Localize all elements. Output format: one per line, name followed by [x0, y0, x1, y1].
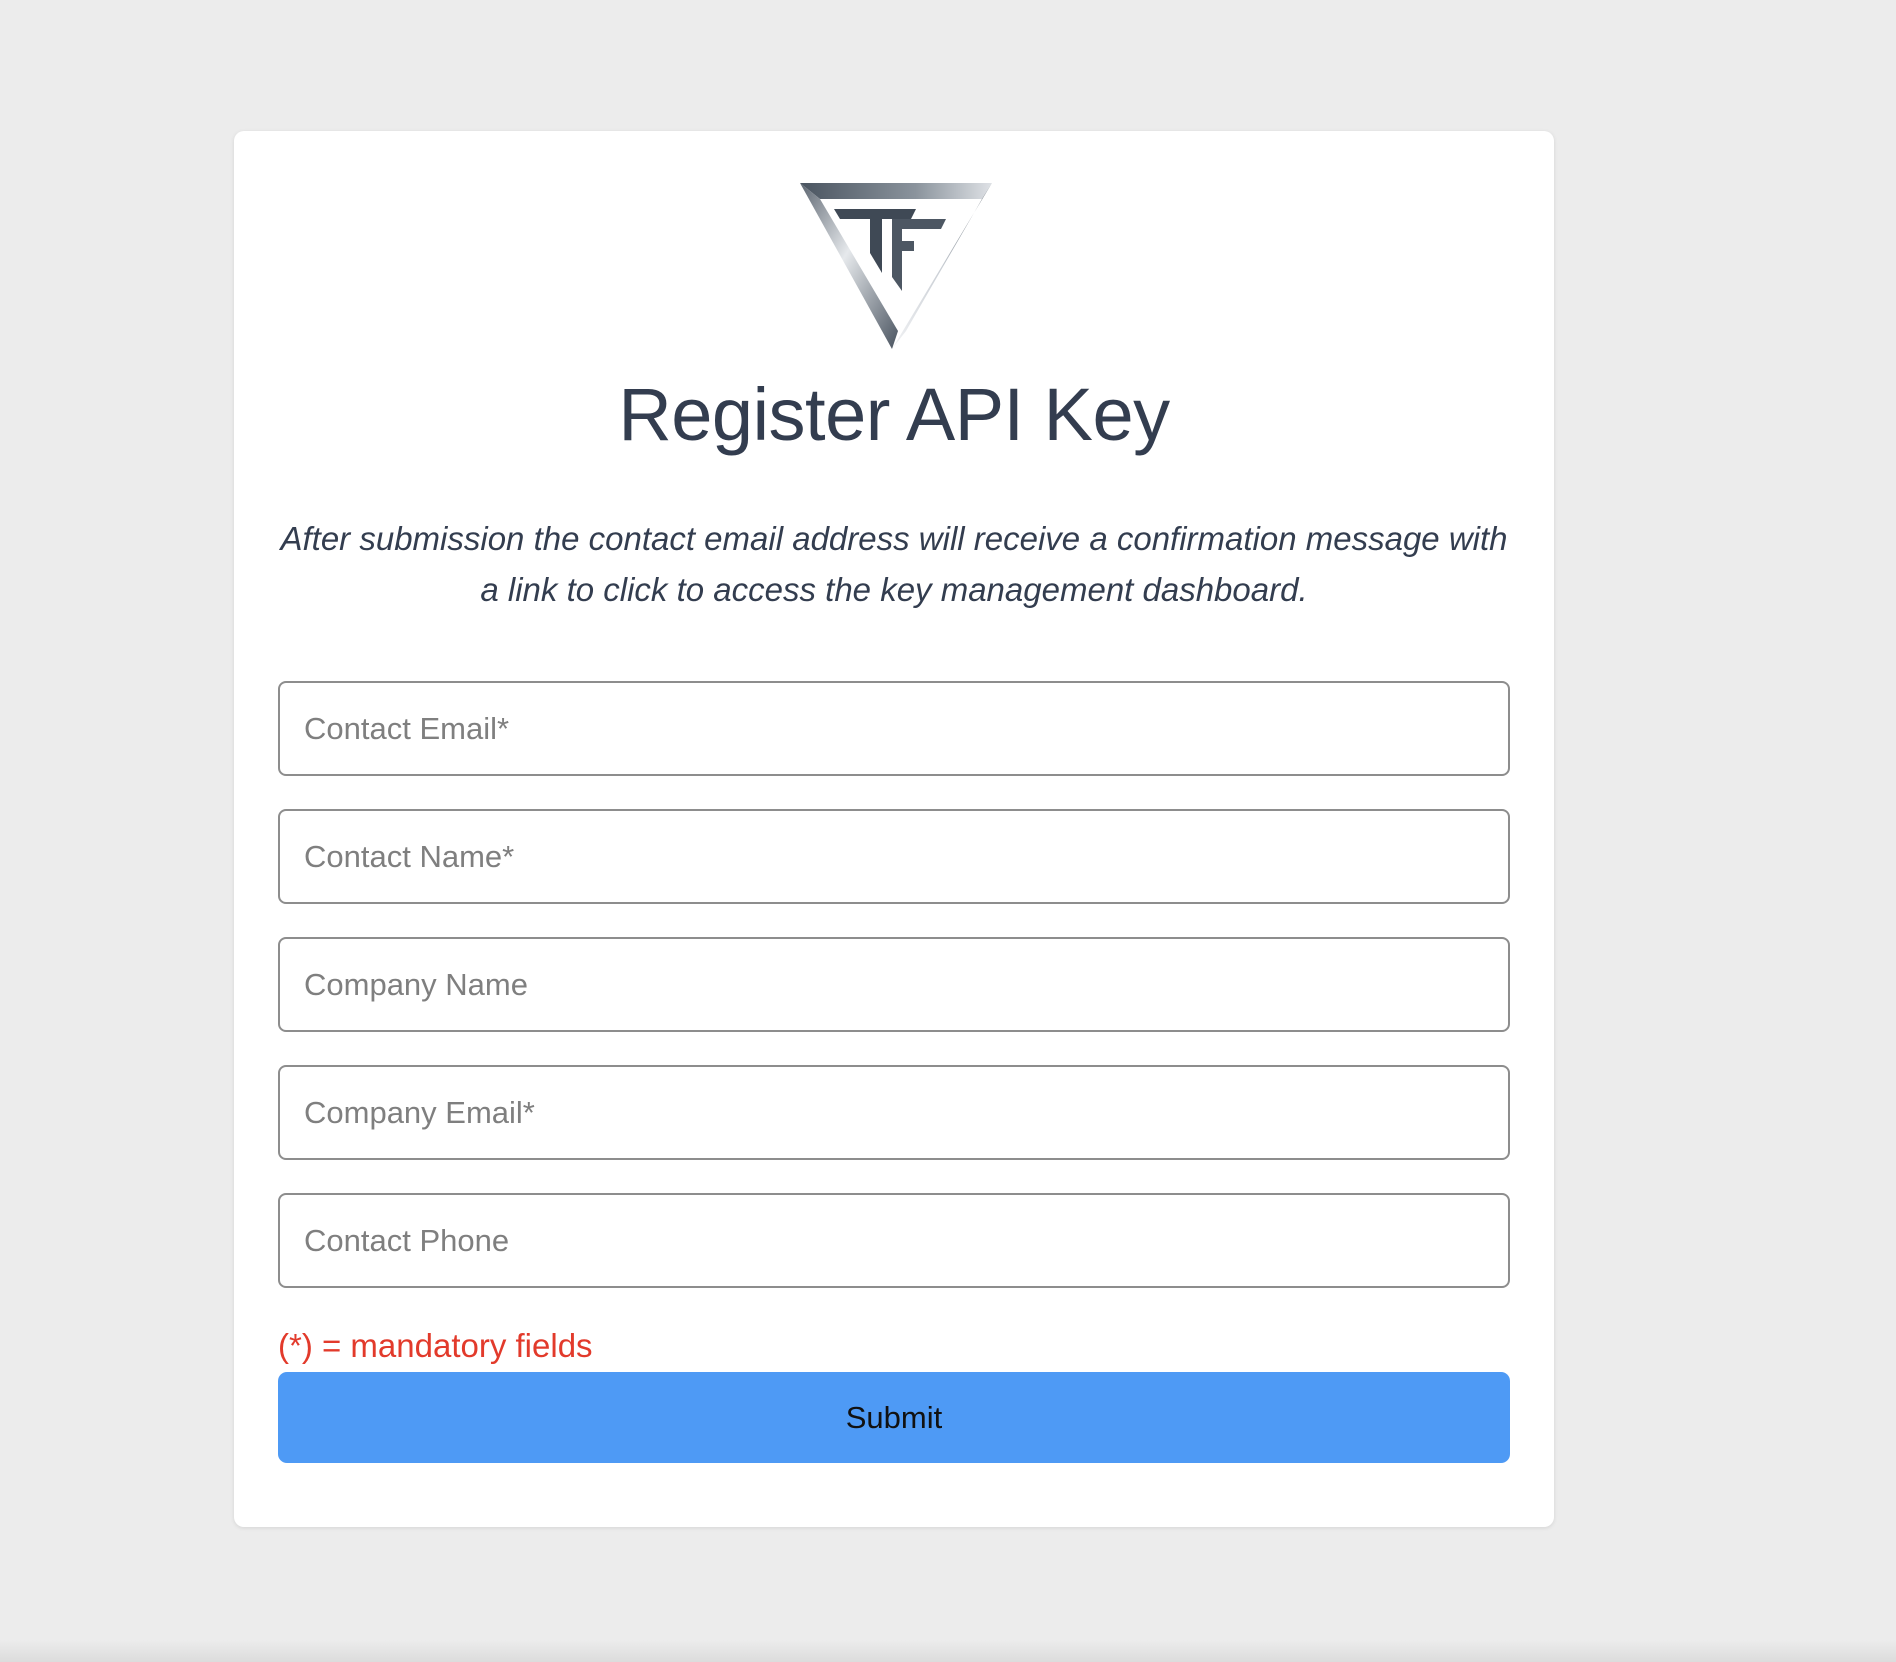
company-name-input[interactable] [278, 937, 1510, 1032]
page-subtitle: After submission the contact email addre… [280, 520, 1508, 608]
mandatory-fields-note: (*) = mandatory fields [278, 1327, 593, 1364]
company-email-input[interactable] [278, 1065, 1510, 1160]
contact-name-input[interactable] [278, 809, 1510, 904]
page-background: Register API Key After submission the co… [0, 0, 1896, 1662]
contact-email-input[interactable] [278, 681, 1510, 776]
tf-triangle-logo-icon [800, 183, 992, 349]
page-title: Register API Key [618, 373, 1170, 456]
submit-button[interactable]: Submit [278, 1372, 1510, 1463]
register-card: Register API Key After submission the co… [234, 131, 1554, 1527]
window-bottom-edge [0, 1640, 1896, 1662]
contact-phone-input[interactable] [278, 1193, 1510, 1288]
